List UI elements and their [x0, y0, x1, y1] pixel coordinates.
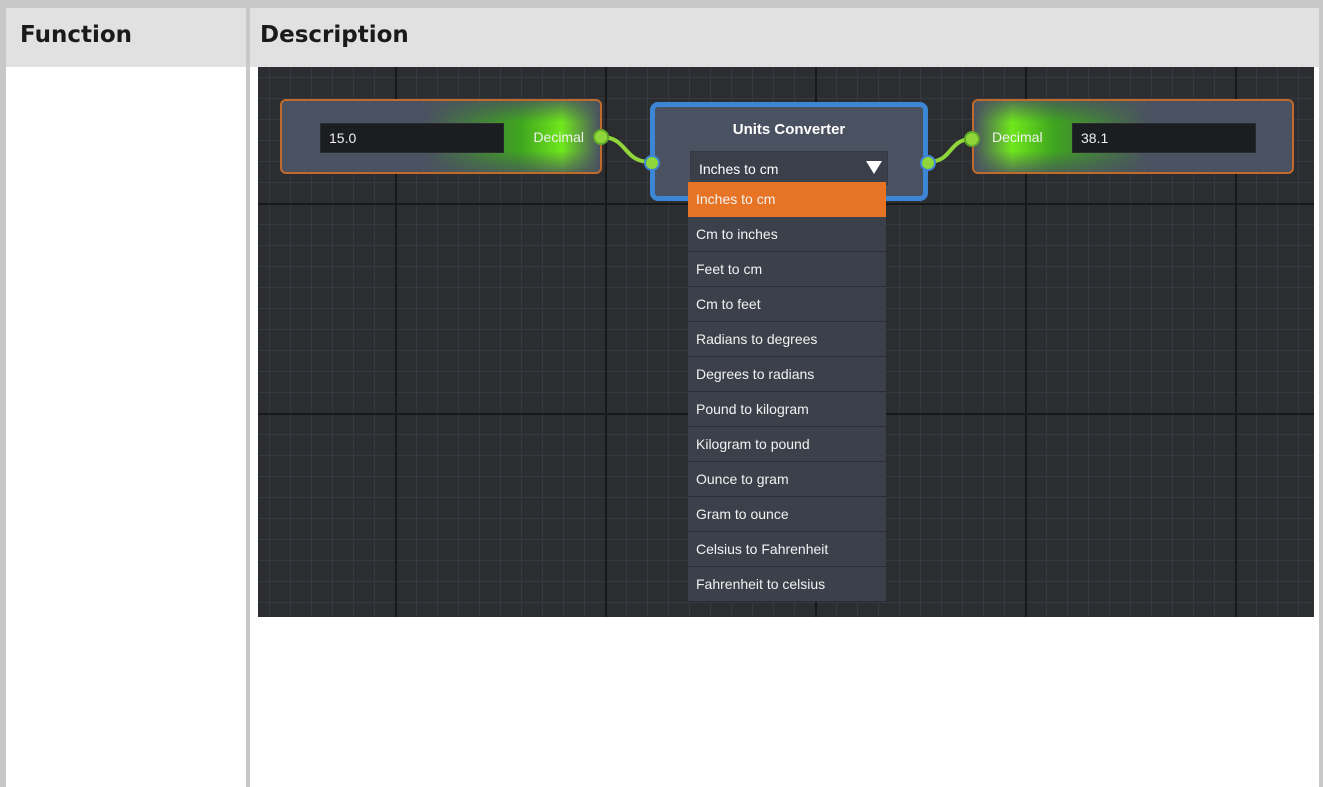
input-port-label: Decimal: [533, 129, 584, 145]
dropdown-option[interactable]: Fahrenheit to celsius: [688, 567, 886, 602]
dropdown-option[interactable]: Gram to ounce: [688, 497, 886, 532]
input-value-field[interactable]: 15.0: [320, 123, 504, 153]
dropdown-option[interactable]: Celsius to Fahrenheit: [688, 532, 886, 567]
dropdown-option[interactable]: Cm to inches: [688, 217, 886, 252]
converter-in-port-icon[interactable]: [644, 155, 660, 171]
dropdown-option[interactable]: Inches to cm: [688, 182, 886, 217]
conversion-select[interactable]: Inches to cm: [690, 151, 888, 185]
input-node-out-port-icon[interactable]: [593, 129, 609, 145]
dropdown-option[interactable]: Ounce to gram: [688, 462, 886, 497]
function-column-header: Function: [20, 22, 133, 48]
dropdown-arrow-icon[interactable]: [865, 159, 883, 177]
output-node-in-port-icon[interactable]: [964, 131, 980, 147]
table-border-left: [0, 0, 6, 787]
conversion-dropdown-list[interactable]: Inches to cm Cm to inches Feet to cm Cm …: [688, 182, 886, 602]
dropdown-option[interactable]: Cm to feet: [688, 287, 886, 322]
decimal-input-node[interactable]: 15.0 Decimal: [280, 99, 602, 174]
output-port-label: Decimal: [992, 129, 1043, 145]
dropdown-option[interactable]: Degrees to radians: [688, 357, 886, 392]
table-border-right: [1319, 0, 1323, 787]
converter-out-port-icon[interactable]: [920, 155, 936, 171]
node-graph-canvas[interactable]: 15.0 Decimal Units Converter Inches to c…: [258, 67, 1314, 617]
dropdown-option[interactable]: Pound to kilogram: [688, 392, 886, 427]
table-header-row: Function Description: [0, 0, 1323, 67]
dropdown-option[interactable]: Radians to degrees: [688, 322, 886, 357]
dropdown-option[interactable]: Feet to cm: [688, 252, 886, 287]
table-column-divider: [246, 0, 250, 787]
decimal-output-node[interactable]: Decimal 38.1: [972, 99, 1294, 174]
converter-title: Units Converter: [732, 121, 846, 138]
function-table: Function Description 15.0 Decimal Units …: [0, 0, 1323, 787]
conversion-selected-value: Inches to cm: [699, 161, 779, 177]
dropdown-option[interactable]: Kilogram to pound: [688, 427, 886, 462]
wire-input-to-converter: [600, 135, 651, 164]
description-column-header: Description: [260, 22, 409, 48]
output-value-field[interactable]: 38.1: [1072, 123, 1256, 153]
